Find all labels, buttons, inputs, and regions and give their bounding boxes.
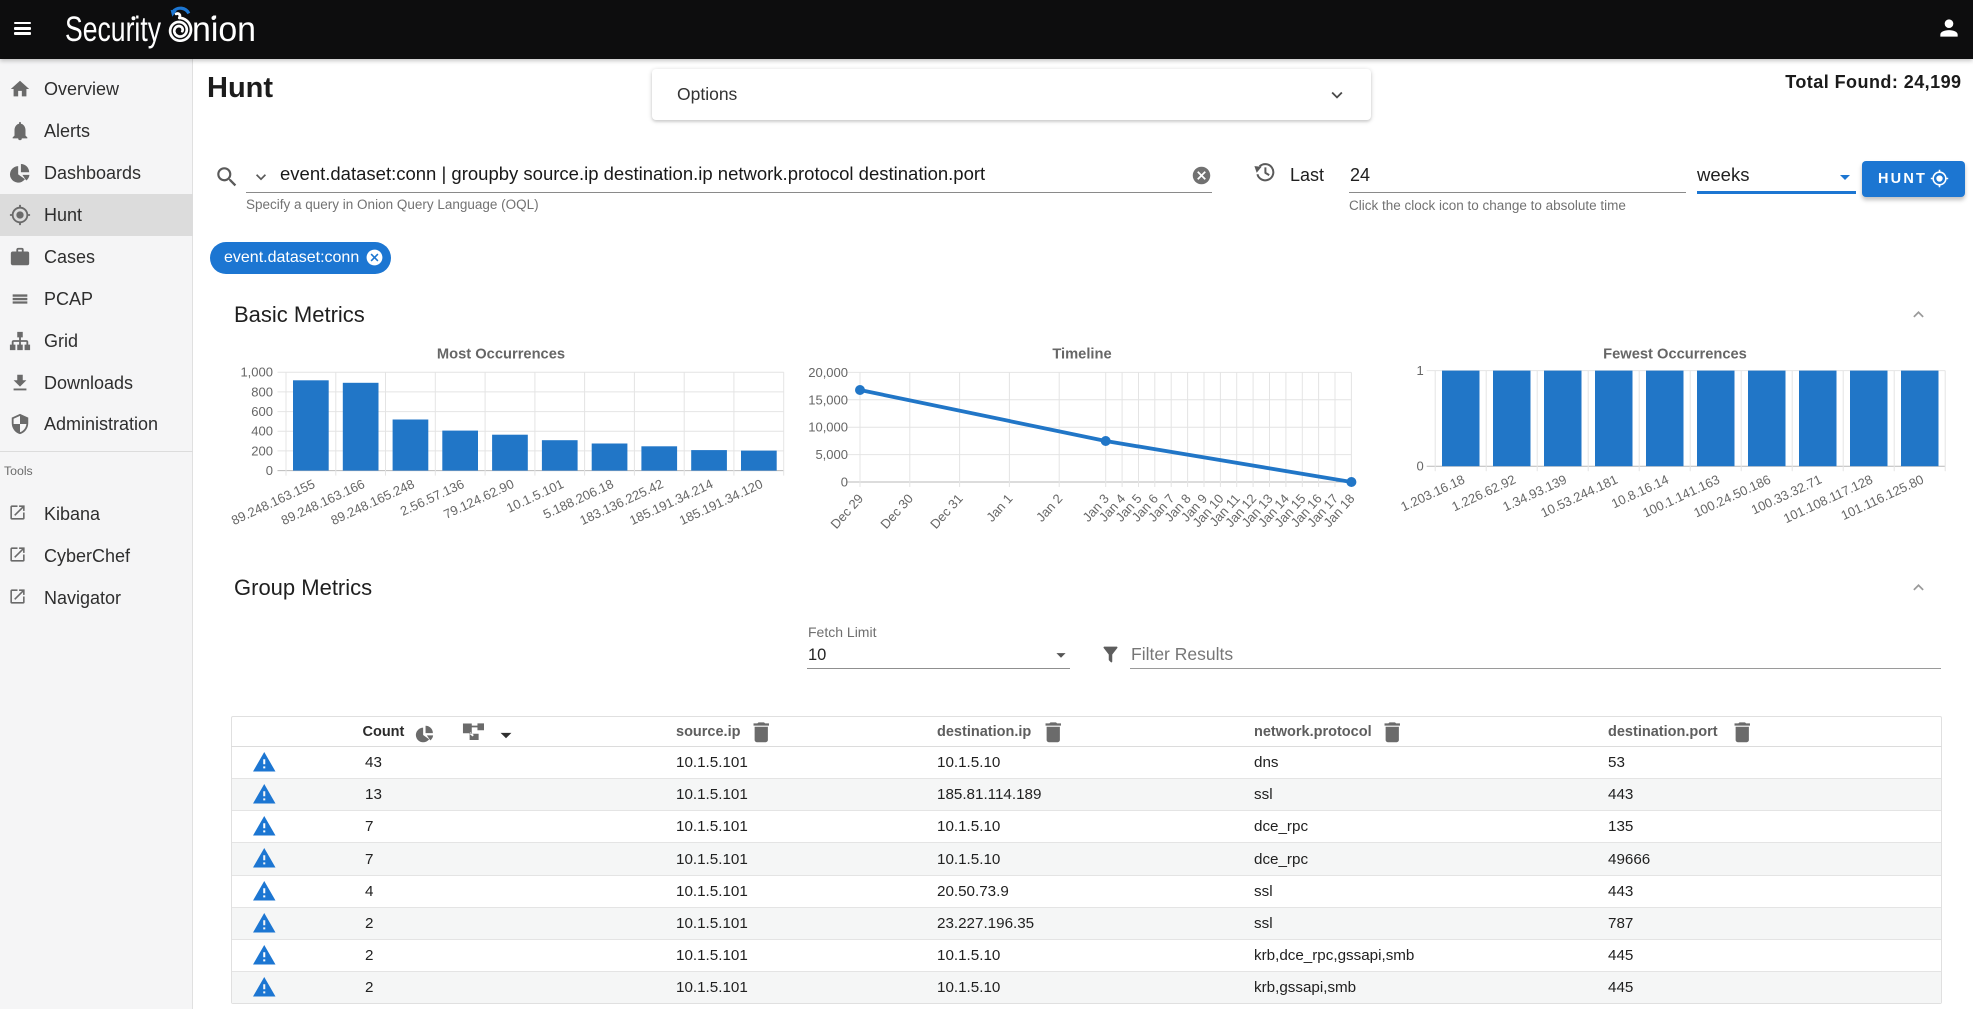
svg-text:Jan 1: Jan 1 (983, 491, 1015, 525)
svg-text:600: 600 (251, 404, 273, 419)
svg-text:1,000: 1,000 (240, 365, 273, 380)
svg-text:0: 0 (1416, 459, 1423, 474)
svg-text:Dec 30: Dec 30 (877, 491, 916, 532)
svg-text:0: 0 (266, 463, 273, 478)
svg-text:1: 1 (1416, 363, 1423, 378)
svg-text:20,000: 20,000 (808, 365, 848, 380)
svg-text:Fewest Occurrences: Fewest Occurrences (1603, 347, 1747, 363)
svg-text:10,000: 10,000 (808, 420, 848, 435)
svg-text:15,000: 15,000 (808, 392, 848, 407)
svg-text:Security: Security (65, 10, 161, 49)
svg-text:0: 0 (841, 475, 848, 490)
svg-text:Dec 29: Dec 29 (828, 491, 867, 532)
svg-text:Timeline: Timeline (1052, 347, 1111, 363)
svg-text:Most Occurrences: Most Occurrences (437, 347, 565, 363)
svg-text:200: 200 (251, 443, 273, 458)
svg-text:Dec 31: Dec 31 (927, 491, 966, 532)
svg-text:nion: nion (192, 10, 256, 49)
svg-text:5,000: 5,000 (815, 447, 848, 462)
svg-text:800: 800 (251, 384, 273, 399)
svg-text:Jan 2: Jan 2 (1033, 491, 1065, 525)
svg-text:400: 400 (251, 424, 273, 439)
